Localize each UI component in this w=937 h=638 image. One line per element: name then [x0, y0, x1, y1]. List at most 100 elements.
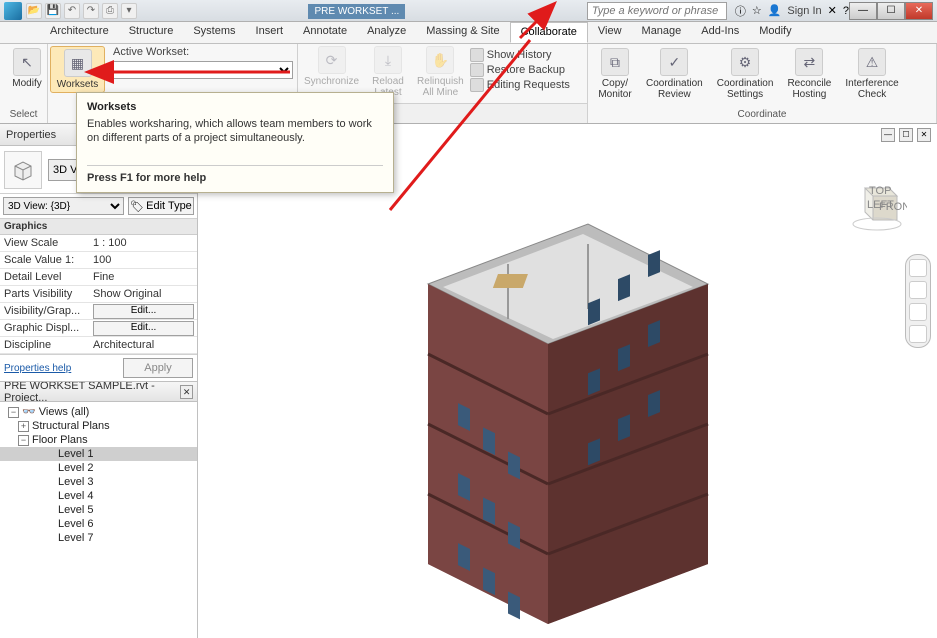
tab-addins[interactable]: Add-Ins [691, 22, 749, 43]
expand-icon[interactable]: + [18, 421, 29, 432]
help-search-input[interactable] [587, 2, 727, 20]
property-row[interactable]: View Scale1 : 100 [0, 235, 197, 252]
reconcile-icon: ⇄ [795, 48, 823, 76]
print-icon[interactable]: ⎙ [102, 3, 118, 19]
tab-analyze[interactable]: Analyze [357, 22, 416, 43]
tab-manage[interactable]: Manage [632, 22, 692, 43]
graphics-section[interactable]: Graphics [0, 219, 197, 235]
tab-modify[interactable]: Modify [749, 22, 801, 43]
tab-systems[interactable]: Systems [183, 22, 245, 43]
view-type-icon[interactable] [4, 151, 42, 189]
redo-icon[interactable]: ↷ [83, 3, 99, 19]
view-cube[interactable]: TOP LEFT FRONT [847, 174, 907, 234]
interference-icon: ⚠ [858, 48, 886, 76]
property-row[interactable]: Visibility/Grap...Edit... [0, 303, 197, 320]
orbit-icon[interactable] [909, 325, 927, 343]
modify-button[interactable]: ↖ Modify [4, 46, 50, 91]
property-row[interactable]: Detail LevelFine [0, 269, 197, 286]
info-icon[interactable]: ⓘ [735, 3, 746, 19]
coord-settings-button[interactable]: ⚙ Coordination Settings [711, 46, 780, 102]
open-icon[interactable]: 📂 [26, 3, 42, 19]
property-key: Graphic Displ... [0, 322, 90, 334]
properties-help-link[interactable]: Properties help [4, 363, 71, 374]
cursor-icon: ↖ [13, 48, 41, 76]
tree-level-item[interactable]: Level 2 [0, 461, 197, 475]
navigation-bar[interactable] [905, 254, 931, 348]
project-browser-tree[interactable]: −👓 Views (all) +Structural Plans −Floor … [0, 402, 197, 638]
building-model[interactable] [388, 164, 738, 624]
property-row[interactable]: Graphic Displ...Edit... [0, 320, 197, 337]
view-close-icon[interactable]: ✕ [917, 128, 931, 142]
property-value[interactable]: Show Original [90, 288, 197, 300]
interference-button[interactable]: ⚠ Interference Check [839, 46, 904, 102]
title-center: PRE WORKSET ... [137, 5, 577, 17]
minimize-button[interactable]: — [849, 2, 877, 20]
tree-level-item[interactable]: Level 4 [0, 489, 197, 503]
exchange-icon[interactable]: ✕ [828, 4, 837, 17]
tree-level-item[interactable]: Level 6 [0, 517, 197, 531]
property-edit-button[interactable]: Edit... [93, 321, 194, 336]
view-max-icon[interactable]: ☐ [899, 128, 913, 142]
tab-view[interactable]: View [588, 22, 632, 43]
drawing-canvas[interactable]: — ☐ ✕ TOP LEFT FRONT [198, 124, 937, 638]
active-workset-select[interactable] [113, 61, 293, 79]
project-browser-header[interactable]: PRE WORKSET SAMPLE.rvt - Project... ✕ [0, 382, 197, 402]
editing-requests-button[interactable]: Editing Requests [470, 78, 570, 92]
tree-level-item[interactable]: Level 7 [0, 531, 197, 545]
maximize-button[interactable]: ☐ [877, 2, 905, 20]
apply-button[interactable]: Apply [123, 358, 193, 378]
collapse-icon[interactable]: − [8, 407, 19, 418]
property-value[interactable]: 100 [90, 254, 197, 266]
reconcile-button[interactable]: ⇄ Reconcile Hosting [781, 46, 837, 102]
property-row[interactable]: Parts VisibilityShow Original [0, 286, 197, 303]
property-row[interactable]: DisciplineArchitectural [0, 337, 197, 354]
copy-monitor-button[interactable]: ⧉ Copy/ Monitor [592, 46, 638, 102]
tab-structure[interactable]: Structure [119, 22, 184, 43]
browser-close-icon[interactable]: ✕ [180, 385, 193, 399]
zoom-icon[interactable] [909, 303, 927, 321]
instance-selector[interactable]: 3D View: {3D} [3, 197, 124, 215]
pan-icon[interactable] [909, 281, 927, 299]
tab-massing[interactable]: Massing & Site [416, 22, 509, 43]
tree-views-all[interactable]: −👓 Views (all) [0, 404, 197, 419]
property-key: Discipline [0, 339, 90, 351]
save-icon[interactable]: 💾 [45, 3, 61, 19]
star-icon[interactable]: ☆ [752, 4, 762, 17]
tree-floor-plans[interactable]: −Floor Plans [0, 433, 197, 447]
relinquish-icon: ✋ [426, 46, 454, 74]
property-edit-button[interactable]: Edit... [93, 304, 194, 319]
tree-level-item[interactable]: Level 3 [0, 475, 197, 489]
tree-structural-plans[interactable]: +Structural Plans [0, 419, 197, 433]
ribbon-tabs: Architecture Structure Systems Insert An… [0, 22, 937, 44]
property-value[interactable]: Architectural [90, 339, 197, 351]
steering-wheel-icon[interactable] [909, 259, 927, 277]
collapse-icon[interactable]: − [18, 435, 29, 446]
coord-review-button[interactable]: ✓ Coordination Review [640, 46, 709, 102]
tree-level-item[interactable]: Level 5 [0, 503, 197, 517]
tree-level-item[interactable]: Level 1 [0, 447, 197, 461]
tab-architecture[interactable]: Architecture [40, 22, 119, 43]
coord-settings-icon: ⚙ [731, 48, 759, 76]
select-group-label: Select [4, 108, 43, 121]
user-icon[interactable]: 👤 [768, 4, 782, 17]
show-history-button[interactable]: Show History [470, 48, 570, 62]
relinquish-button[interactable]: ✋ Relinquish All Mine [411, 44, 470, 103]
worksets-tooltip: Worksets Enables worksharing, which allo… [76, 92, 394, 193]
tab-collaborate[interactable]: Collaborate [510, 22, 588, 43]
tab-insert[interactable]: Insert [246, 22, 294, 43]
active-workset-label: Active Workset: [113, 46, 293, 58]
worksets-button[interactable]: ▦ Worksets [50, 46, 105, 93]
svg-text:TOP: TOP [869, 185, 891, 197]
close-button[interactable]: ✕ [905, 2, 933, 20]
property-value[interactable]: Fine [90, 271, 197, 283]
qat-more-icon[interactable]: ▾ [121, 3, 137, 19]
undo-icon[interactable]: ↶ [64, 3, 80, 19]
tab-annotate[interactable]: Annotate [293, 22, 357, 43]
property-row[interactable]: Scale Value 1:100 [0, 252, 197, 269]
property-value[interactable]: 1 : 100 [90, 237, 197, 249]
sign-in-link[interactable]: Sign In [787, 5, 821, 17]
edit-type-button[interactable]: 🏷Edit Type [128, 197, 194, 215]
view-min-icon[interactable]: — [881, 128, 895, 142]
app-logo[interactable] [4, 2, 22, 20]
restore-backup-button[interactable]: Restore Backup [470, 63, 570, 77]
